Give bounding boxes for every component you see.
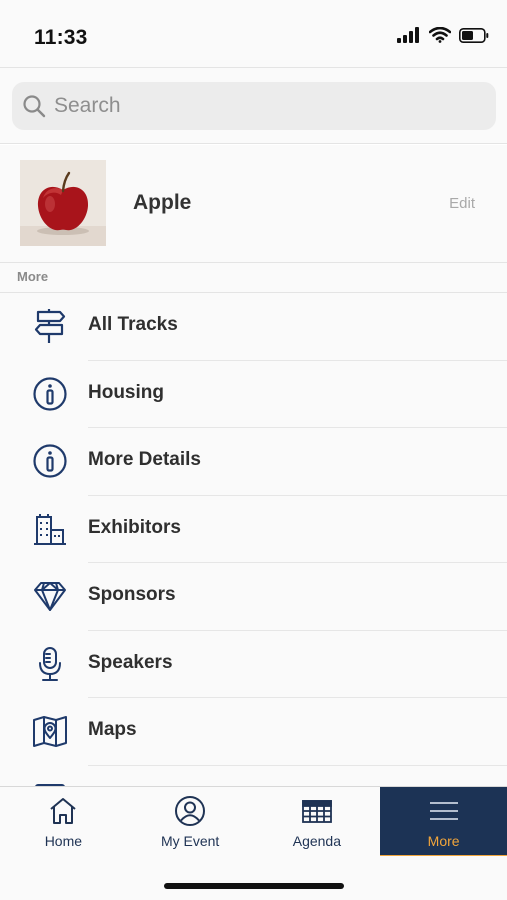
profile-row[interactable]: Apple Edit xyxy=(0,145,507,263)
more-menu-list[interactable]: All Tracks Housing More Details Exhibito… xyxy=(0,293,507,786)
section-header: More xyxy=(0,263,507,293)
tab-my-event[interactable]: My Event xyxy=(127,787,254,856)
menu-item-label: Maps xyxy=(88,719,137,740)
status-icons xyxy=(397,27,489,43)
map-icon xyxy=(33,716,67,747)
menu-item-maps[interactable]: Maps xyxy=(0,698,507,766)
menu-item-sponsors[interactable]: Sponsors xyxy=(0,563,507,631)
apple-photo xyxy=(20,160,106,246)
home-indicator-area xyxy=(0,856,507,900)
battery-icon xyxy=(459,27,489,43)
tab-label: More xyxy=(427,833,460,849)
menu-item-exhibitors[interactable]: Exhibitors xyxy=(0,496,507,563)
signpost-icon xyxy=(34,309,66,343)
menu-item-label: Exhibitors xyxy=(88,516,181,538)
menu-item-speakers[interactable]: Speakers xyxy=(0,631,507,698)
signal-icon xyxy=(397,27,419,43)
menu-item-housing[interactable]: Housing xyxy=(0,361,507,428)
status-bar: 11:33 xyxy=(0,0,507,68)
user-circle-icon xyxy=(175,796,206,826)
menu-item-all-tracks[interactable]: All Tracks xyxy=(0,293,507,361)
building-icon xyxy=(34,513,66,545)
search-bar xyxy=(0,68,507,144)
tab-agenda[interactable]: Agenda xyxy=(254,787,381,856)
profile-name: Apple xyxy=(133,191,192,214)
edit-profile-button[interactable]: Edit xyxy=(449,195,475,212)
tab-home[interactable]: Home xyxy=(0,787,127,856)
calendar-grid-icon xyxy=(301,800,332,823)
info-icon xyxy=(33,444,67,478)
menu-item-more-details[interactable]: More Details xyxy=(0,428,507,496)
hamburger-icon xyxy=(429,802,458,820)
tab-label: My Event xyxy=(160,833,220,849)
tab-label: Home xyxy=(44,833,83,849)
search-icon xyxy=(23,95,46,118)
wifi-icon xyxy=(429,27,451,43)
menu-item-label: Housing xyxy=(88,381,164,403)
search-field[interactable] xyxy=(12,82,496,130)
search-input[interactable] xyxy=(54,94,474,118)
info-icon xyxy=(33,376,67,411)
diamond-icon xyxy=(34,582,66,611)
section-label: More xyxy=(17,269,49,284)
home-icon xyxy=(50,798,77,824)
menu-item-partial[interactable] xyxy=(0,766,507,786)
menu-item-label: Speakers xyxy=(88,651,173,673)
tab-label: Agenda xyxy=(292,833,342,849)
microphone-icon xyxy=(39,646,61,681)
menu-item-label: All Tracks xyxy=(88,314,178,335)
avatar xyxy=(20,160,106,246)
tab-more[interactable]: More xyxy=(380,787,507,858)
home-indicator[interactable] xyxy=(164,883,344,889)
tab-bar: Home My Event Agenda More xyxy=(0,786,507,858)
status-time: 11:33 xyxy=(34,26,88,49)
menu-item-label: More Details xyxy=(88,449,201,470)
menu-item-label: Sponsors xyxy=(88,584,176,605)
